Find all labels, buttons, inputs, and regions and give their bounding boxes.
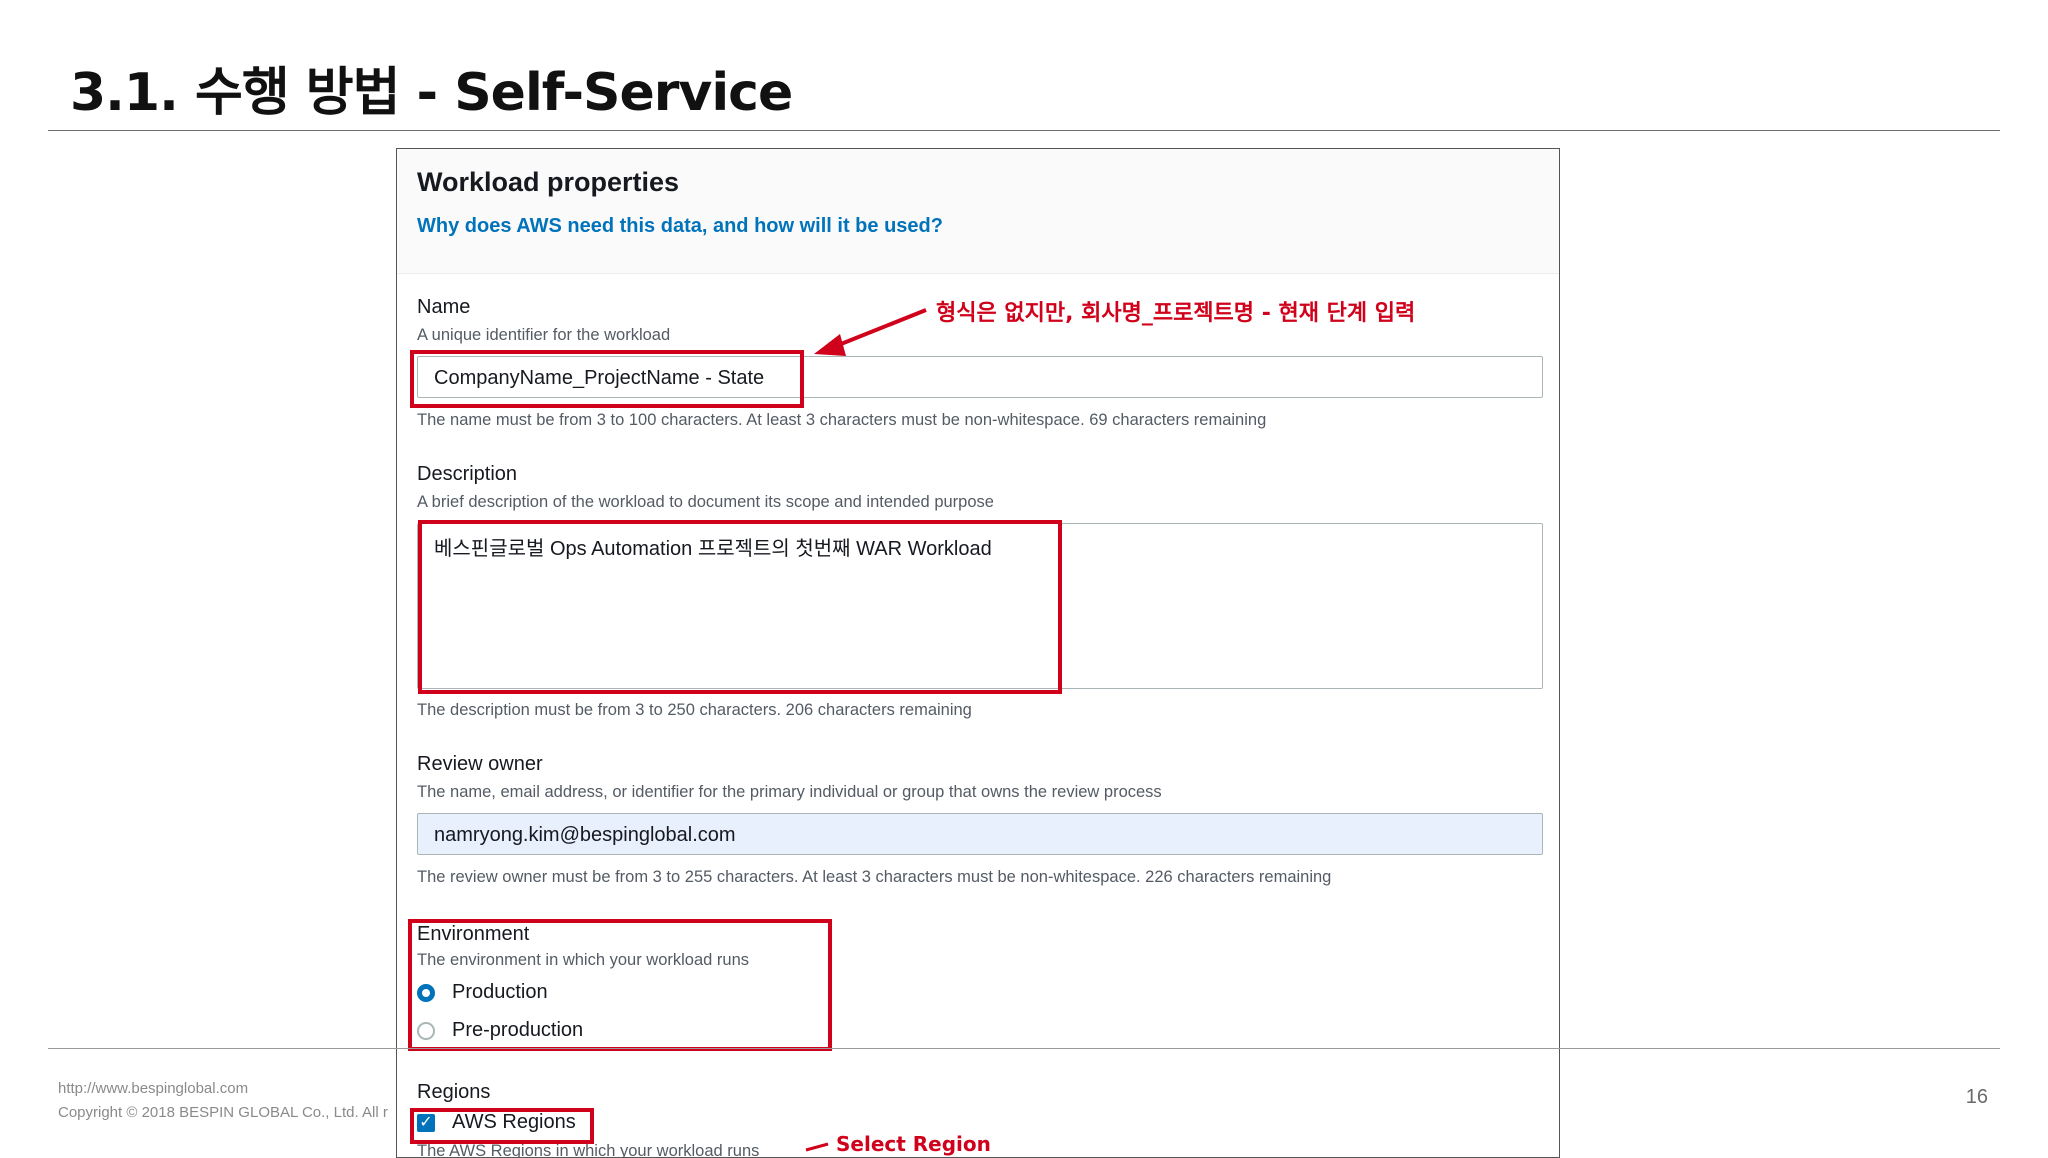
name-label: Name — [417, 296, 471, 318]
panel-header: Workload properties Why does AWS need th… — [397, 149, 1559, 274]
review-owner-input[interactable]: namryong.kim@bespinglobal.com — [417, 813, 1543, 855]
title-divider — [48, 130, 2000, 131]
name-constraint: The name must be from 3 to 100 character… — [417, 411, 1267, 429]
annotation-region-note: Select Region — [836, 1132, 991, 1156]
panel-title: Workload properties — [417, 167, 680, 197]
footer-divider — [48, 1048, 2000, 1049]
footer-url: http://www.bespinglobal.com — [58, 1080, 249, 1097]
regions-label: Regions — [417, 1081, 491, 1103]
review-owner-constraint: The review owner must be from 3 to 255 c… — [417, 868, 1332, 886]
help-link[interactable]: Why does AWS need this data, and how wil… — [417, 215, 943, 238]
description-label: Description — [417, 463, 518, 485]
highlight-environment — [408, 919, 832, 1051]
annotation-name-note: 형식은 없지만, 회사명_프로젝트명 - 현재 단계 입력 — [936, 301, 1416, 326]
description-hint: A brief description of the workload to d… — [417, 493, 994, 511]
highlight-name-input — [410, 350, 804, 408]
review-owner-hint: The name, email address, or identifier f… — [417, 783, 1162, 801]
slide-title: 3.1. 수행 방법 - Self-Service — [70, 63, 793, 123]
description-constraint: The description must be from 3 to 250 ch… — [417, 701, 972, 719]
page-number: 16 — [1965, 1086, 1988, 1108]
name-hint: A unique identifier for the workload — [417, 326, 671, 344]
footer-copyright: Copyright © 2018 BESPIN GLOBAL Co., Ltd.… — [58, 1104, 388, 1121]
highlight-description — [418, 520, 1062, 694]
highlight-regions — [410, 1108, 594, 1144]
review-owner-label: Review owner — [417, 753, 543, 775]
regions-hint: The AWS Regions in which your workload r… — [417, 1142, 760, 1158]
